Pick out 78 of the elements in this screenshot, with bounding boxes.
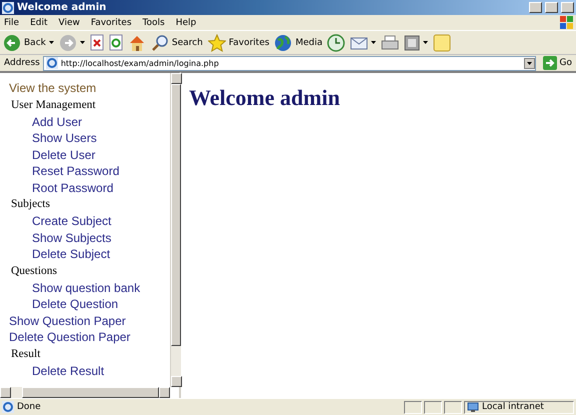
menu-item[interactable]: File: [4, 18, 20, 28]
toolbar-icon-button[interactable]: [128, 34, 146, 52]
nav-link[interactable]: Show Users: [9, 130, 97, 146]
scroll-down-button[interactable]: [171, 376, 182, 387]
menu-item[interactable]: View: [58, 18, 80, 28]
nav-link[interactable]: Delete Question: [9, 296, 118, 312]
page-icon: [46, 57, 58, 69]
status-pane: [424, 400, 442, 414]
stop-icon: [90, 34, 104, 51]
nav-link[interactable]: Show Subjects: [9, 230, 112, 246]
menu-item[interactable]: Help: [176, 18, 196, 28]
toolbar-button[interactable]: Favorites: [208, 34, 270, 52]
nav-link[interactable]: Root Password: [9, 180, 114, 196]
flag-logo-icon: [560, 16, 574, 29]
nav-link[interactable]: Delete Question Paper: [9, 329, 130, 346]
scroll-right-button[interactable]: [159, 387, 170, 398]
scroll-left-button[interactable]: [0, 387, 11, 398]
house-icon: [128, 34, 146, 52]
scroll-thumb[interactable]: [22, 387, 159, 398]
menu-item[interactable]: Edit: [30, 18, 48, 28]
nav-link[interactable]: Show Question Paper: [9, 312, 126, 329]
globe-icon: [274, 34, 292, 52]
search-icon: [150, 34, 169, 52]
envelope-icon: [350, 34, 368, 50]
go-button[interactable]: Go: [538, 56, 572, 70]
caret-icon[interactable]: [526, 62, 532, 64]
status-pane: [444, 400, 462, 414]
address-label: Address: [4, 58, 40, 68]
status-pane: [404, 400, 422, 414]
clock-icon: [327, 34, 346, 52]
network-icon: [467, 402, 479, 412]
section-heading: Result: [11, 346, 40, 362]
page-icon: [2, 401, 14, 413]
dropdown-button[interactable]: [524, 58, 535, 68]
toolbar-icon-button[interactable]: [381, 34, 400, 50]
window-icon: [404, 34, 420, 50]
nav-link[interactable]: Reset Password: [9, 163, 120, 180]
restore-button[interactable]: [545, 2, 558, 13]
toolbar-button[interactable]: Search: [150, 34, 203, 52]
caret-icon[interactable]: [80, 41, 85, 44]
page-heading: Welcome admin: [189, 85, 341, 111]
scroll-up-button[interactable]: [171, 73, 182, 84]
toolbar-icon-button[interactable]: [108, 34, 123, 51]
nav-link[interactable]: Delete Result: [9, 362, 104, 379]
section-heading: Subjects: [11, 197, 50, 212]
star-icon: [208, 34, 226, 52]
nav-link[interactable]: Delete Subject: [9, 246, 110, 262]
note-icon: [433, 34, 452, 52]
page-icon: [2, 2, 14, 14]
window-title: Welcome admin: [17, 2, 108, 13]
nav-link[interactable]: Create Subject: [9, 213, 112, 230]
toolbar-button[interactable]: Back: [3, 34, 54, 52]
printer-icon: [381, 34, 400, 50]
toolbar-icon-button[interactable]: [327, 34, 346, 52]
menu-item[interactable]: Favorites: [90, 18, 132, 28]
nav-link[interactable]: Show question bank: [9, 280, 140, 296]
toolbar-icon-button[interactable]: [404, 34, 428, 50]
horizontal-scrollbar[interactable]: [0, 387, 170, 398]
minimize-button[interactable]: [529, 2, 542, 13]
caret-icon[interactable]: [423, 41, 428, 44]
section-heading: Questions: [11, 264, 57, 278]
toolbar-button[interactable]: Media: [274, 34, 322, 52]
nav-link[interactable]: Delete User: [9, 146, 96, 163]
caret-icon[interactable]: [48, 41, 54, 44]
scroll-thumb[interactable]: [171, 84, 181, 346]
vertical-scrollbar[interactable]: [170, 73, 181, 387]
menu-item[interactable]: Tools: [142, 18, 165, 28]
caret-icon[interactable]: [371, 41, 376, 44]
toolbar-icon-button[interactable]: [350, 34, 376, 50]
address-field[interactable]: http://localhost/exam/admin/logina.php: [42, 56, 536, 70]
nav-link[interactable]: View the system: [9, 80, 96, 96]
section-heading: User Management: [11, 98, 96, 112]
zone-text: Local intranet: [482, 402, 544, 412]
refresh-icon: [108, 34, 123, 51]
nav-link[interactable]: Add User: [9, 114, 82, 130]
status-text: Done: [17, 402, 41, 412]
toolbar-icon-button[interactable]: [90, 34, 104, 51]
close-button[interactable]: [561, 2, 574, 13]
